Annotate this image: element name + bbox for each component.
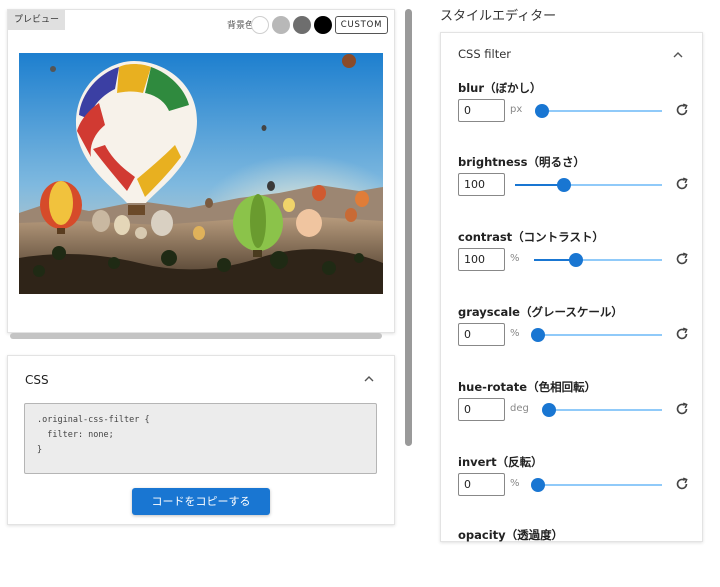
filter-label: grayscale（グレースケール） bbox=[458, 305, 623, 319]
reset-icon[interactable] bbox=[673, 250, 691, 268]
custom-color-button[interactable]: CUSTOM bbox=[335, 16, 388, 34]
preview-card: プレビュー 背景色 CUSTOM bbox=[7, 9, 395, 339]
reset-icon[interactable] bbox=[673, 325, 691, 343]
preview-horizontal-scrollbar[interactable] bbox=[10, 333, 382, 339]
filter-unit-label: % bbox=[510, 328, 520, 339]
filter-row: contrast（コントラスト） 100% bbox=[441, 229, 704, 289]
filter-slider-track[interactable] bbox=[538, 110, 662, 112]
filter-slider-thumb[interactable] bbox=[542, 403, 556, 417]
preview-image bbox=[19, 53, 383, 294]
filter-slider-thumb[interactable] bbox=[531, 478, 545, 492]
filter-slider-track[interactable] bbox=[534, 484, 662, 486]
filter-slider-track[interactable] bbox=[534, 259, 662, 261]
left-column-scrollbar[interactable] bbox=[405, 9, 412, 446]
filter-unit-label: % bbox=[510, 253, 520, 264]
filter-row: brightness（明るさ） 100 bbox=[441, 154, 704, 214]
background-color-label: 背景色 bbox=[227, 21, 255, 31]
reset-icon[interactable] bbox=[673, 475, 691, 493]
collapse-chevron-icon[interactable] bbox=[363, 373, 375, 388]
filter-label: opacity（透過度） bbox=[458, 528, 564, 542]
filter-unit-label: px bbox=[510, 104, 523, 115]
filter-value-input[interactable]: 0 bbox=[458, 473, 505, 496]
filter-label: contrast（コントラスト） bbox=[458, 230, 604, 244]
code-line: filter: none; bbox=[37, 430, 114, 440]
filter-slider-thumb[interactable] bbox=[531, 328, 545, 342]
reset-icon[interactable] bbox=[673, 101, 691, 119]
filter-slider-thumb[interactable] bbox=[557, 178, 571, 192]
swatch-white[interactable] bbox=[251, 16, 269, 34]
reset-icon[interactable] bbox=[673, 400, 691, 418]
filter-label: blur（ぼかし） bbox=[458, 81, 542, 95]
filter-label: brightness（明るさ） bbox=[458, 155, 585, 169]
filter-row: grayscale（グレースケール） 0% bbox=[441, 304, 704, 364]
css-panel: CSS .original-css-filter { filter: none;… bbox=[7, 355, 395, 525]
code-line: } bbox=[37, 445, 43, 455]
filter-unit-label: deg bbox=[510, 403, 529, 414]
filter-slider-track[interactable] bbox=[545, 409, 662, 411]
css-code-block: .original-css-filter { filter: none; } bbox=[24, 403, 377, 474]
filter-value-input[interactable]: 0 bbox=[458, 99, 505, 122]
filter-value-input[interactable]: 100 bbox=[458, 173, 505, 196]
filter-slider-thumb[interactable] bbox=[569, 253, 583, 267]
css-filter-panel: CSS filter blur（ぼかし） 0 px brightness（明るさ） 10… bbox=[440, 32, 703, 542]
filter-slider-track[interactable] bbox=[515, 184, 662, 186]
collapse-chevron-icon[interactable] bbox=[672, 49, 684, 64]
style-editor-title: スタイルエディター bbox=[440, 9, 557, 24]
filter-unit-label: % bbox=[510, 478, 520, 489]
filter-row: opacity（透過度） bbox=[441, 527, 704, 587]
copy-code-button[interactable]: コードをコピーする bbox=[132, 488, 270, 515]
css-panel-title: CSS bbox=[25, 373, 49, 387]
code-line: .original-css-filter { bbox=[37, 415, 150, 425]
filter-row: hue-rotate（色相回転） 0 deg bbox=[441, 379, 704, 439]
swatch-dark-gray[interactable] bbox=[293, 16, 311, 34]
filter-value-input[interactable]: 100 bbox=[458, 248, 505, 271]
swatch-light-gray[interactable] bbox=[272, 16, 290, 34]
filter-label: hue-rotate（色相回転） bbox=[458, 380, 597, 394]
filter-label: invert（反転） bbox=[458, 455, 543, 469]
filter-row: invert（反転） 0% bbox=[441, 454, 704, 514]
filter-slider-thumb[interactable] bbox=[535, 104, 549, 118]
preview-badge: プレビュー bbox=[8, 10, 66, 30]
filter-row: blur（ぼかし） 0 px bbox=[441, 80, 704, 140]
reset-icon[interactable] bbox=[673, 175, 691, 193]
filter-value-input[interactable]: 0 bbox=[458, 323, 505, 346]
css-filter-title: CSS filter bbox=[458, 47, 512, 61]
filter-value-input[interactable]: 0 bbox=[458, 398, 505, 421]
swatch-black[interactable] bbox=[314, 16, 332, 34]
filter-slider-track[interactable] bbox=[534, 334, 662, 336]
